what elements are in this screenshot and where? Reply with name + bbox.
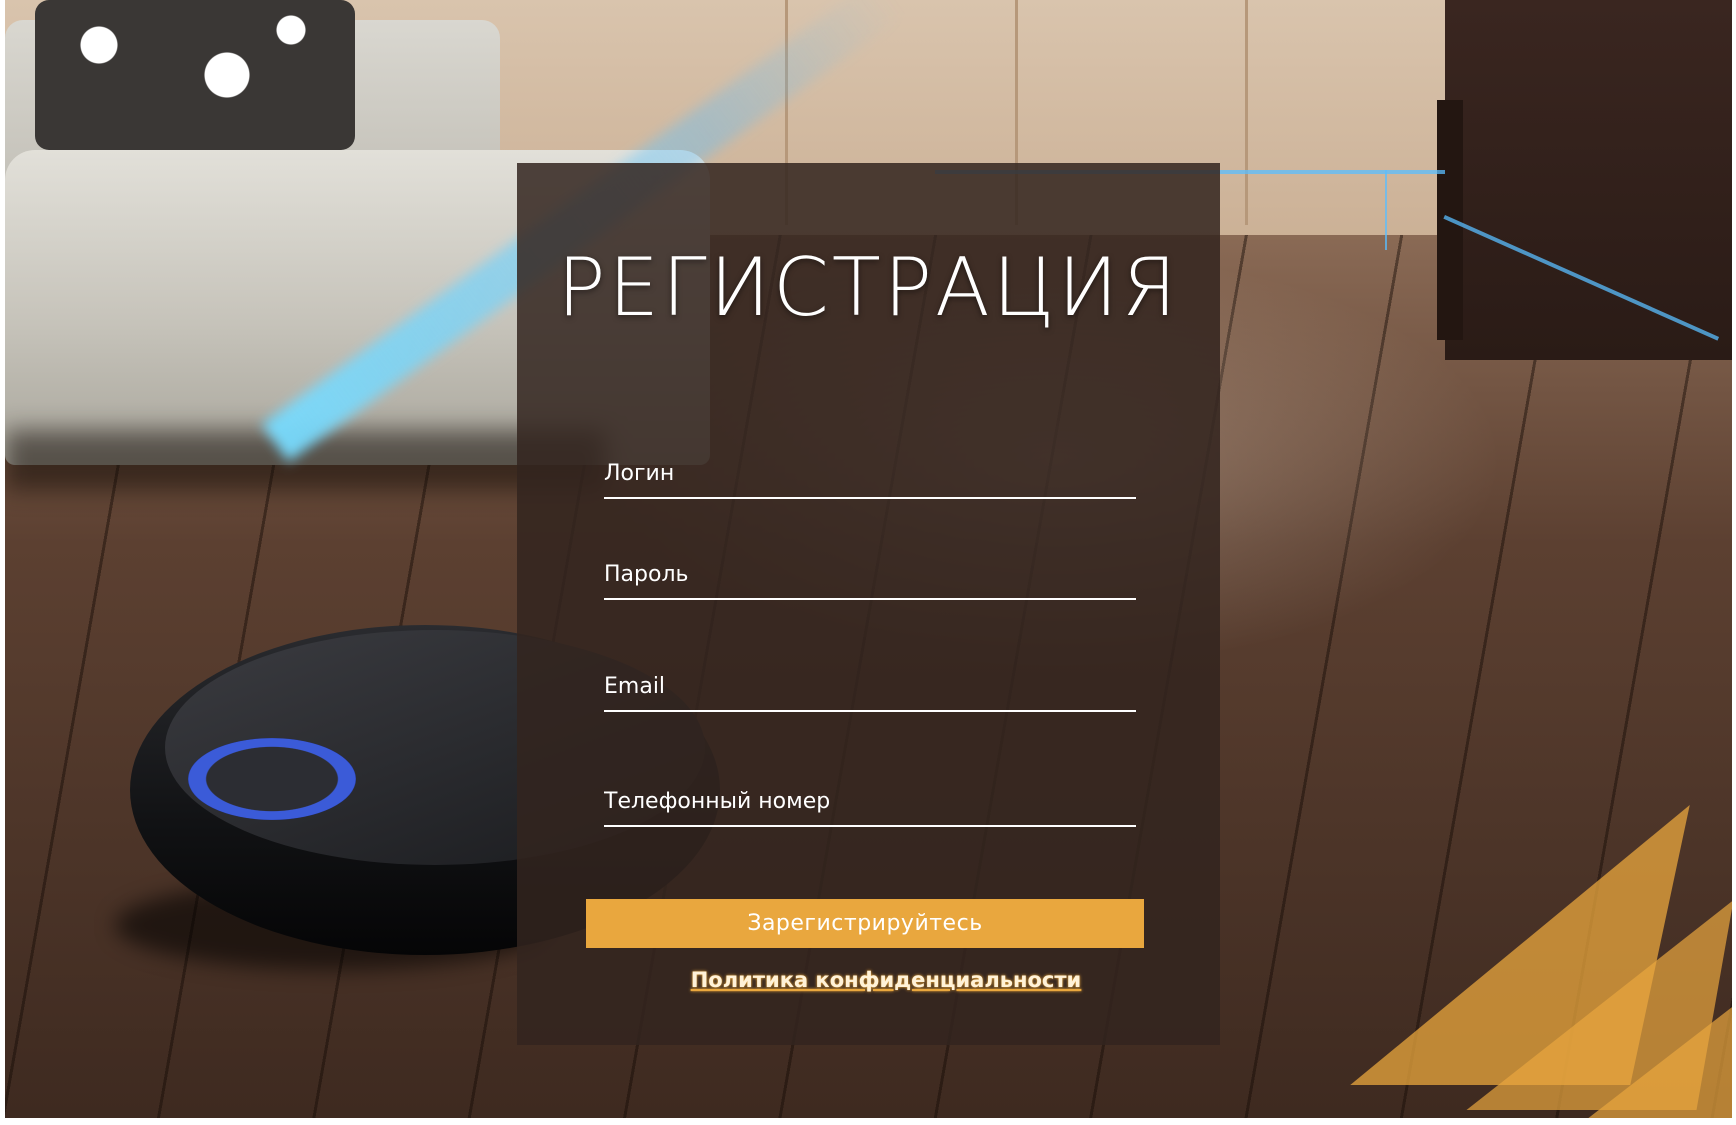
password-field[interactable] (604, 550, 1136, 600)
email-input[interactable] (604, 670, 1136, 702)
register-button[interactable]: Зарегистрируйтесь (586, 899, 1144, 948)
login-field[interactable] (604, 449, 1136, 499)
password-input[interactable] (604, 558, 1136, 590)
robot-lidar-sensor (188, 738, 356, 820)
email-field[interactable] (604, 662, 1136, 712)
privacy-policy-link[interactable]: Политика конфиденциальности (586, 968, 1186, 992)
phone-field[interactable] (604, 777, 1136, 827)
laser-grid-line (1385, 170, 1387, 250)
login-input[interactable] (604, 457, 1136, 489)
wall-panel (1245, 0, 1248, 225)
form-title: РЕГИСТРАЦИЯ (557, 241, 1180, 334)
decor-triangle (1585, 990, 1732, 1118)
tv-stand (1445, 0, 1732, 360)
phone-input[interactable] (604, 785, 1136, 817)
sofa-pillow (35, 0, 355, 150)
